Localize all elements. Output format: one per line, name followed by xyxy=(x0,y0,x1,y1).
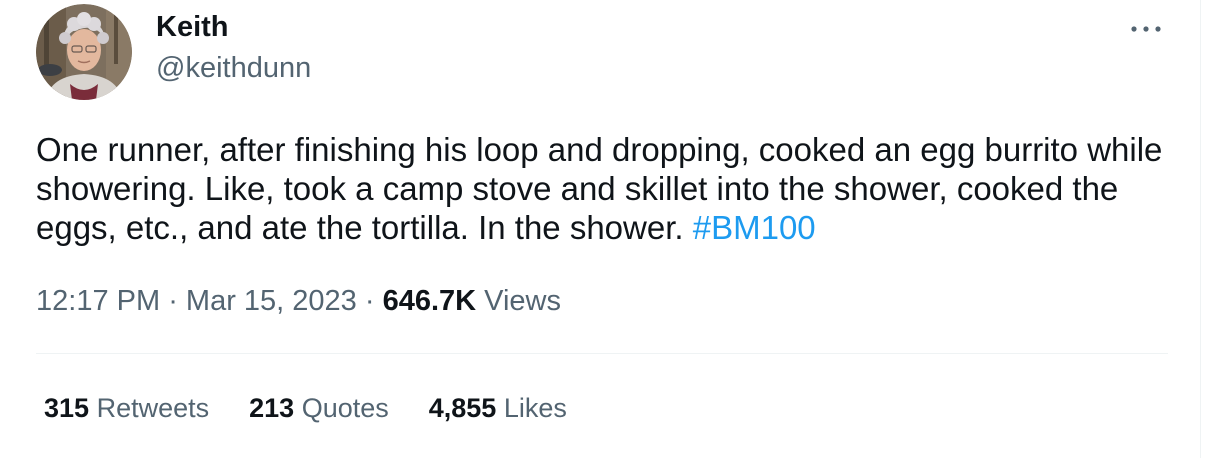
author-display-name[interactable]: Keith xyxy=(156,10,229,44)
retweets-label: Retweets xyxy=(89,393,210,423)
more-options-button[interactable] xyxy=(1126,14,1166,44)
views-link[interactable]: 646.7K Views xyxy=(383,285,561,317)
avatar[interactable] xyxy=(36,4,132,100)
engagement-stats: 315 Retweets 213 Quotes 4,855 Likes xyxy=(44,391,607,425)
tweet-text: One runner, after finishing his loop and… xyxy=(36,130,1176,247)
quotes-label: Quotes xyxy=(294,393,389,423)
meta-separator-2: · xyxy=(356,285,383,317)
retweets-count: 315 xyxy=(44,393,90,423)
divider xyxy=(36,353,1168,354)
retweets-stat[interactable]: 315 Retweets xyxy=(44,391,209,425)
likes-count: 4,855 xyxy=(428,393,497,423)
hashtag-link[interactable]: #BM100 xyxy=(693,209,816,246)
tweet-date[interactable]: Mar 15, 2023 xyxy=(186,285,357,317)
quotes-stat[interactable]: 213 Quotes xyxy=(249,391,389,425)
likes-stat[interactable]: 4,855 Likes xyxy=(429,391,567,425)
tweet-card: Keith @keithdunn One runner, after finis… xyxy=(0,0,1201,458)
avatar-image xyxy=(36,4,132,100)
likes-label: Likes xyxy=(496,393,567,423)
tweet-time[interactable]: 12:17 PM xyxy=(36,285,160,317)
more-options-icon xyxy=(1131,26,1161,32)
author-handle[interactable]: @keithdunn xyxy=(156,51,311,85)
tweet-body: One runner, after finishing his loop and… xyxy=(36,131,1172,246)
views-count: 646.7K xyxy=(382,285,477,317)
views-label: Views xyxy=(476,285,561,317)
tweet-meta: 12:17 PM · Mar 15, 2023 · 646.7K Views xyxy=(36,284,561,318)
meta-separator: · xyxy=(160,285,186,317)
quotes-count: 213 xyxy=(249,393,295,423)
